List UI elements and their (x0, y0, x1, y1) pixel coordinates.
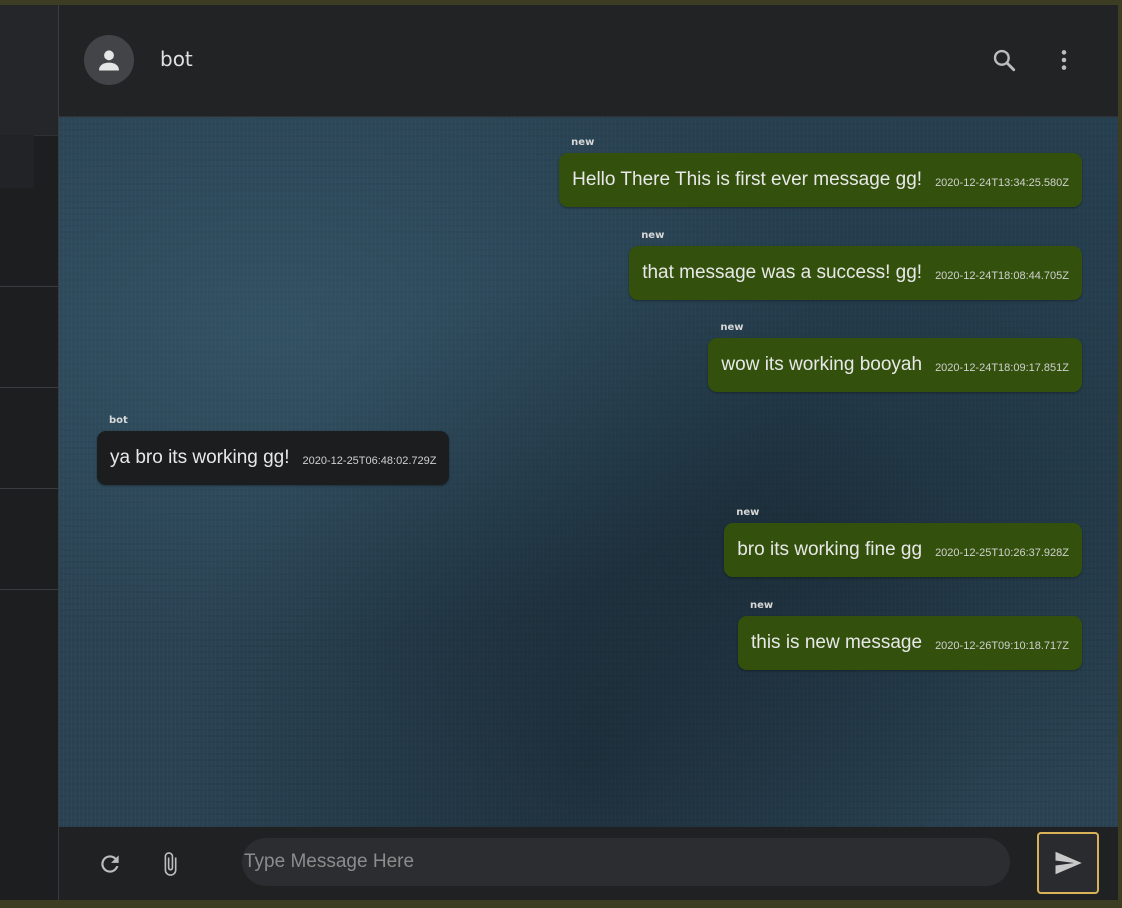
message-item: bot ya bro its working gg! 2020-12-25T06… (97, 415, 450, 485)
sidebar-divider (0, 286, 58, 287)
more-options-button[interactable] (1049, 45, 1079, 75)
message-bubble: ya bro its working gg! 2020-12-25T06:48:… (97, 431, 450, 485)
person-icon (99, 50, 119, 71)
sidebar-item-selected[interactable] (0, 135, 34, 188)
message-text: this is new message (750, 632, 923, 653)
message-timestamp: 2020-12-26T09:10:18.717Z (935, 639, 1069, 652)
send-button[interactable] (1037, 832, 1099, 894)
search-button[interactable] (989, 45, 1019, 75)
message-bubble: that message was a success! gg! 2020-12-… (629, 246, 1082, 300)
refresh-button[interactable] (95, 849, 125, 879)
avatar[interactable] (84, 35, 134, 85)
sidebar (0, 5, 59, 900)
message-item: new bro its working fine gg 2020-12-25T1… (724, 507, 1082, 577)
message-text: that message was a success! gg! (642, 262, 923, 283)
message-text: bro its working fine gg (737, 539, 923, 560)
message-sender: new (720, 322, 744, 333)
message-sender: new (749, 600, 774, 611)
contact-name: bot (160, 47, 193, 71)
app-window: bot new Hello There This is first ever m… (0, 5, 1118, 900)
message-sender: bot (109, 415, 128, 426)
message-bubble: Hello There This is first ever message g… (559, 153, 1082, 207)
message-timestamp: 2020-12-25T06:48:02.729Z (302, 454, 437, 467)
sidebar-header (0, 5, 58, 136)
sidebar-divider (0, 589, 58, 590)
message-item: new this is new message 2020-12-26T09:10… (737, 600, 1082, 670)
message-sender: new (736, 507, 760, 518)
message-timestamp: 2020-12-25T10:26:37.928Z (935, 546, 1069, 559)
message-text: Hello There This is first ever message g… (572, 169, 923, 190)
message-item: new Hello There This is first ever messa… (559, 137, 1082, 207)
message-text: wow its working booyah (721, 354, 923, 375)
message-input[interactable] (242, 838, 1010, 886)
message-timestamp: 2020-12-24T18:09:17.851Z (935, 361, 1069, 374)
send-icon (1055, 851, 1082, 875)
refresh-icon (101, 855, 119, 873)
message-text: ya bro its working gg! (110, 447, 290, 468)
message-bubble: wow its working booyah 2020-12-24T18:09:… (708, 338, 1082, 392)
message-composer (59, 827, 1118, 900)
attach-button[interactable] (155, 849, 185, 879)
message-item: new that message was a success! gg! 2020… (629, 230, 1082, 300)
message-timestamp: 2020-12-24T18:08:44.705Z (935, 269, 1069, 282)
search-icon (993, 49, 1016, 72)
sidebar-divider (0, 488, 58, 489)
more-vert-icon (1061, 50, 1067, 70)
message-list[interactable]: new Hello There This is first ever messa… (59, 117, 1118, 827)
sidebar-divider (0, 387, 58, 388)
message-timestamp: 2020-12-24T13:34:25.580Z (935, 176, 1069, 189)
message-bubble: bro its working fine gg 2020-12-25T10:26… (724, 523, 1082, 577)
message-bubble: this is new message 2020-12-26T09:10:18.… (737, 616, 1082, 670)
paperclip-icon (164, 852, 177, 876)
chat-header: bot (59, 5, 1118, 117)
message-sender: new (641, 230, 665, 241)
message-sender: new (571, 137, 595, 148)
message-item: new wow its working booyah 2020-12-24T18… (708, 322, 1082, 392)
